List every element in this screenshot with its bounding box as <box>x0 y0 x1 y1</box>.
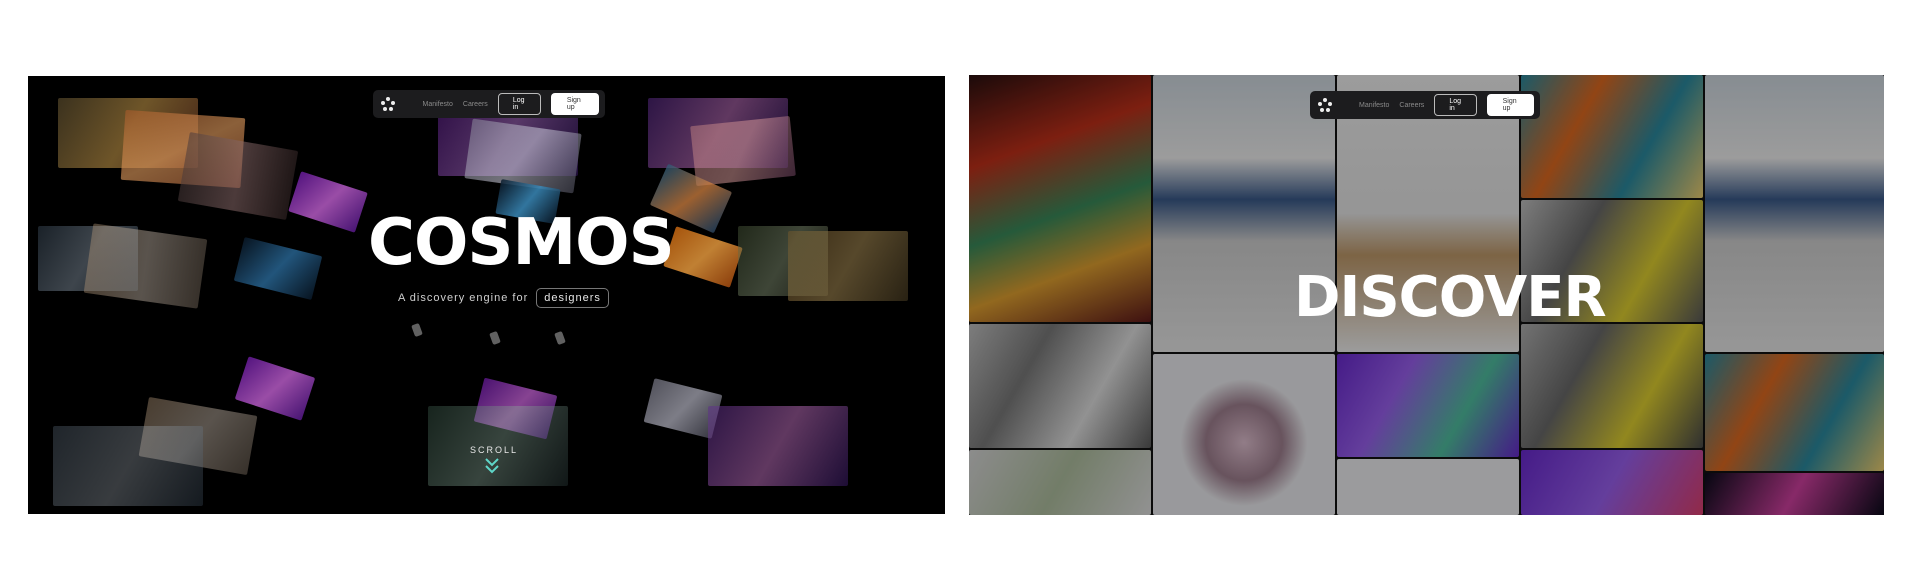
signup-button[interactable]: Sign up <box>1486 94 1534 116</box>
floating-image[interactable] <box>234 356 316 421</box>
scroll-label[interactable]: SCROLL <box>470 445 518 455</box>
grid-image[interactable] <box>1521 450 1703 515</box>
floating-image[interactable] <box>788 231 908 301</box>
grid-image[interactable] <box>1153 354 1335 515</box>
grid-image[interactable] <box>1337 354 1519 457</box>
login-button[interactable]: Log in <box>497 93 541 115</box>
floating-image[interactable] <box>233 236 323 301</box>
floating-image[interactable] <box>177 131 299 221</box>
subtitle-text: A discovery engine for <box>398 292 529 304</box>
hero-title: DISCOVER <box>1294 265 1607 330</box>
grid-image[interactable] <box>1521 75 1703 198</box>
floating-image[interactable] <box>690 115 796 187</box>
grid-image[interactable] <box>1705 354 1884 471</box>
grid-image[interactable] <box>969 324 1151 448</box>
grid-image[interactable] <box>1705 473 1884 515</box>
nav-link-manifesto[interactable]: Manifesto <box>423 101 453 108</box>
grid-image[interactable] <box>969 75 1151 322</box>
grid-image[interactable] <box>1337 459 1519 515</box>
floating-image[interactable] <box>83 223 208 309</box>
cosmos-logo-icon[interactable] <box>1318 98 1332 112</box>
chevron-down-icon[interactable] <box>484 457 500 475</box>
login-button[interactable]: Log in <box>1434 94 1477 116</box>
cosmos-screen: Manifesto Careers Log in Sign up COSMOS … <box>28 76 945 514</box>
floating-image[interactable] <box>53 426 203 506</box>
top-navbar: Manifesto Careers Log in Sign up <box>373 90 605 118</box>
grid-image[interactable] <box>1705 75 1884 352</box>
signup-button[interactable]: Sign up <box>550 93 599 115</box>
discover-screen: Manifesto Careers Log in Sign up DISCOVE… <box>969 75 1884 515</box>
floating-image[interactable] <box>663 226 743 288</box>
nav-link-manifesto[interactable]: Manifesto <box>1359 102 1389 109</box>
floating-image[interactable] <box>554 330 566 346</box>
floating-image[interactable] <box>708 406 848 486</box>
floating-image[interactable] <box>288 171 368 233</box>
hero-title: COSMOS <box>368 206 675 280</box>
top-navbar: Manifesto Careers Log in Sign up <box>1310 91 1540 119</box>
grid-image[interactable] <box>969 450 1151 515</box>
role-pill[interactable]: designers <box>536 288 609 308</box>
nav-link-careers[interactable]: Careers <box>463 101 488 108</box>
hero-subtitle: A discovery engine for designers <box>398 288 609 308</box>
grid-image[interactable] <box>1521 324 1703 448</box>
floating-image[interactable] <box>489 330 501 346</box>
cosmos-logo-icon[interactable] <box>381 97 395 111</box>
floating-image[interactable] <box>411 322 423 338</box>
nav-link-careers[interactable]: Careers <box>1399 102 1424 109</box>
